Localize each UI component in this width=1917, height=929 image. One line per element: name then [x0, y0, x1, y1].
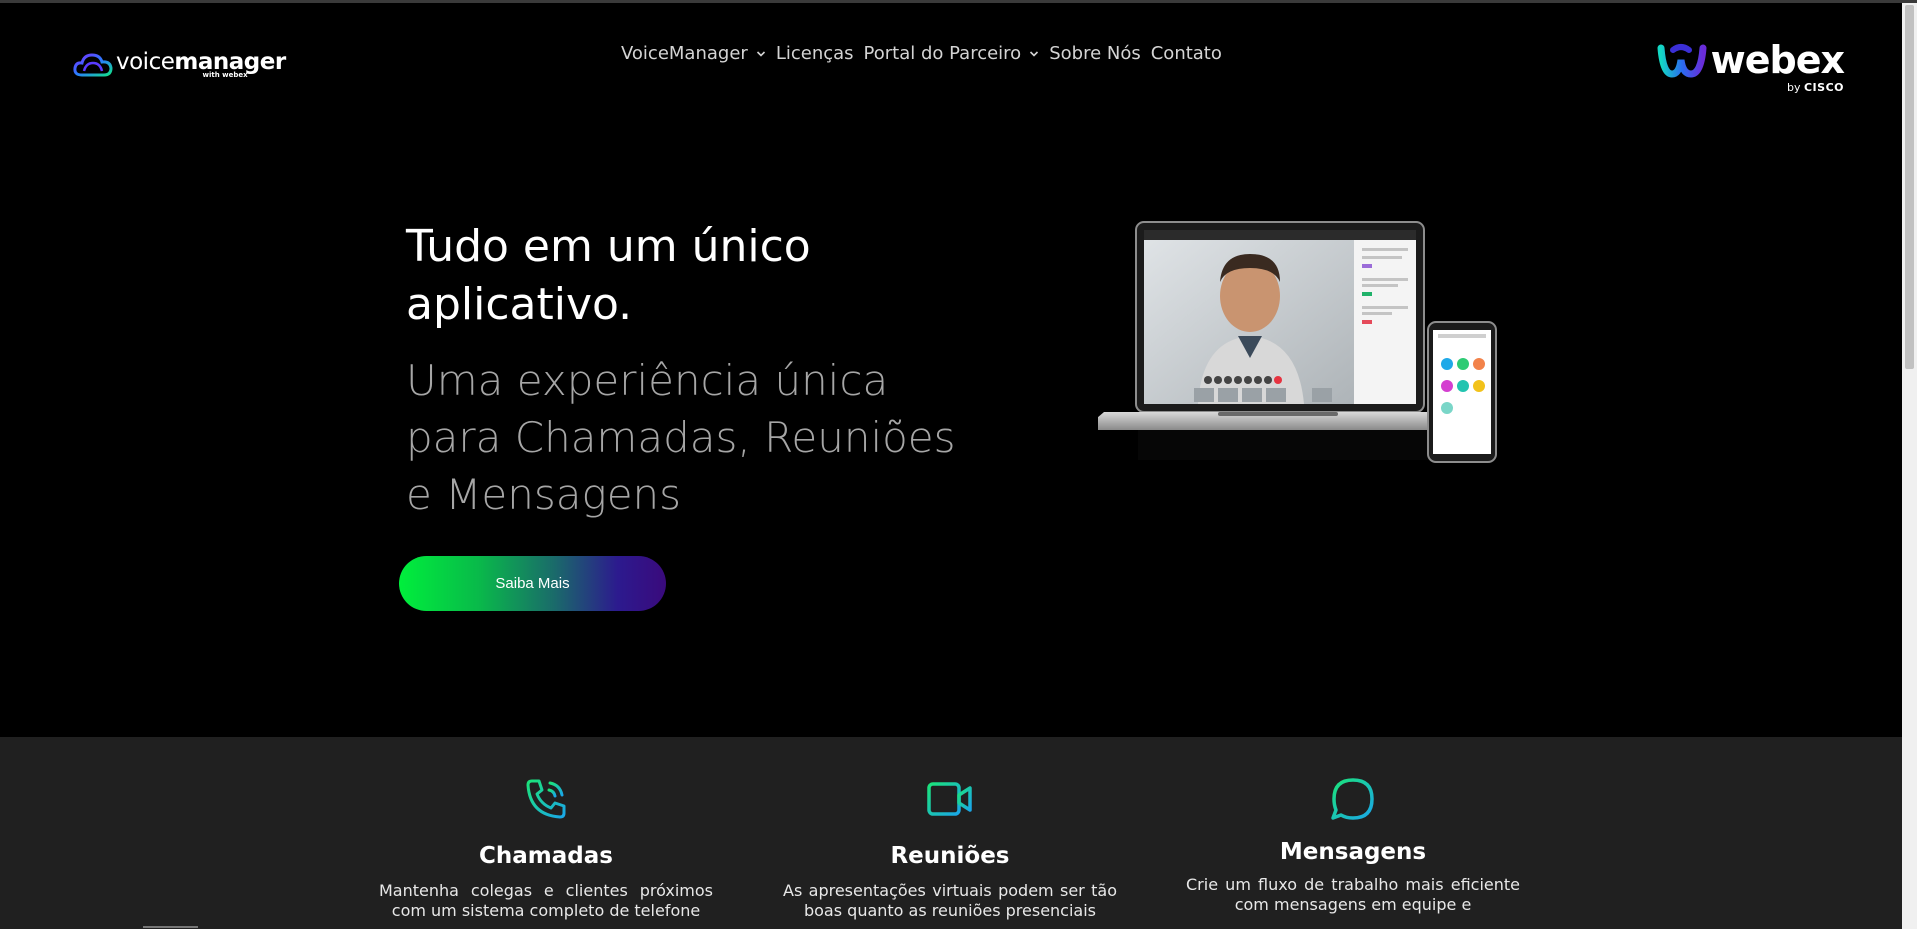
chevron-down-icon: [1030, 50, 1039, 57]
nav-sobre-nos[interactable]: Sobre Nós: [1049, 43, 1141, 64]
webex-wordmark: webex: [1710, 38, 1845, 82]
bottom-indicator: [143, 926, 198, 928]
logo-wordmark: voicemanager: [116, 49, 286, 75]
nav-voicemanager[interactable]: VoiceManager: [621, 43, 766, 64]
phone-icon: [526, 779, 566, 819]
webex-by-cisco: by CISCO: [1786, 81, 1844, 94]
feature-description: Crie um fluxo de trabalho mais eficiente…: [1186, 875, 1520, 914]
nav-portal-parceiro-label: Portal do Parceiro: [863, 43, 1022, 64]
cloud-logo-icon: [73, 53, 113, 77]
feature-reunioes: Reuniões As apresentações virtuais podem…: [783, 775, 1117, 921]
feature-description: Mantenha colegas e clientes próximos com…: [379, 881, 713, 920]
saiba-mais-button[interactable]: Saiba Mais: [399, 556, 666, 611]
site-header: voicemanager with webex VoiceManager Lic…: [0, 3, 1917, 103]
webex-logo-icon: [1657, 44, 1707, 78]
video-camera-icon: [927, 782, 972, 816]
devices-illustration: [1098, 221, 1497, 463]
main-nav: VoiceManager Licenças Portal do Parceiro…: [621, 43, 1222, 64]
feature-description: As apresentações virtuais podem ser tão …: [783, 881, 1117, 920]
features-section: Chamadas Mantenha colegas e clientes pró…: [0, 737, 1917, 929]
feature-title: Mensagens: [1279, 839, 1427, 865]
nav-portal-parceiro[interactable]: Portal do Parceiro: [864, 43, 1040, 64]
feature-title: Chamadas: [479, 843, 613, 869]
nav-contato-label: Contato: [1150, 43, 1222, 64]
feature-chamadas: Chamadas Mantenha colegas e clientes pró…: [379, 775, 713, 921]
webex-logo[interactable]: webex by CISCO: [1657, 38, 1845, 94]
nav-sobre-nos-label: Sobre Nós: [1049, 43, 1141, 64]
nav-voicemanager-label: VoiceManager: [621, 43, 748, 64]
hero-subtitle: Uma experiência única para Chamadas, Reu…: [406, 356, 956, 519]
hero-title: Tudo em um único aplicativo.: [406, 221, 811, 330]
nav-licencas-label: Licenças: [775, 43, 854, 64]
scrollbar-thumb[interactable]: [1905, 5, 1914, 369]
page-scrollbar[interactable]: [1902, 3, 1917, 929]
logo-subtitle: with webex: [202, 71, 248, 79]
voicemanager-logo[interactable]: voicemanager with webex: [72, 49, 286, 79]
feature-title: Reuniões: [890, 843, 1010, 869]
nav-contato[interactable]: Contato: [1151, 43, 1222, 64]
feature-mensagens: Mensagens Crie um fluxo de trabalho mais…: [1186, 775, 1520, 915]
chevron-down-icon: [756, 50, 765, 57]
chat-bubble-icon: [1331, 778, 1374, 820]
nav-licencas[interactable]: Licenças: [776, 43, 854, 64]
